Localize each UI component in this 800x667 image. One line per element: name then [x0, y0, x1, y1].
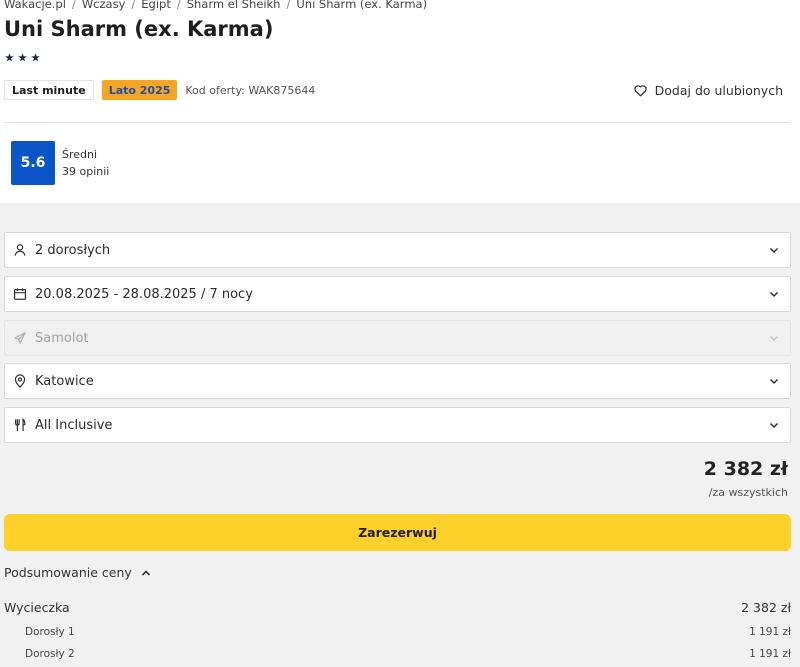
divider [4, 122, 790, 123]
rating-label: Średni [62, 148, 98, 161]
board-value: All Inclusive [35, 417, 113, 433]
hotel-stars [5, 53, 40, 62]
cutlery-icon [13, 418, 27, 432]
star-icon [31, 53, 40, 62]
chevron-down-icon [769, 247, 779, 254]
adult-1-value: 1 191 zł [749, 626, 791, 638]
chevron-down-icon [769, 422, 779, 429]
rating-summary[interactable]: Średni 39 opinii [62, 146, 109, 180]
guests-select[interactable]: 2 dorosłych [4, 232, 791, 268]
breadcrumb-item-country[interactable]: Egipt [141, 0, 171, 11]
breadcrumb-separator: / [71, 0, 76, 11]
chevron-down-icon [769, 378, 779, 385]
total-price: 2 382 zł [703, 458, 788, 480]
price-summary-subrow: Dorosły 2 1 191 zł [4, 648, 791, 660]
departure-select[interactable]: Katowice [4, 363, 791, 399]
departure-value: Katowice [35, 373, 94, 389]
offer-code: Kod oferty: WAK875644 [185, 83, 316, 97]
breadcrumb-item-region[interactable]: Sharm el Sheikh [187, 0, 281, 11]
price-summary-toggle[interactable]: Podsumowanie ceny [4, 565, 152, 580]
star-icon [5, 53, 14, 62]
breadcrumb: Wakacje.pl / Wczasy / Egipt / Sharm el Sheikh /… [4, 0, 427, 11]
price-summary-subrow: Dorosły 1 1 191 zł [4, 626, 791, 638]
price-summary-row: Wycieczka 2 382 zł [4, 600, 791, 615]
breadcrumb-separator: / [286, 0, 291, 11]
offer-badges: Last minute Lato 2025 Kod oferty: WAK875… [4, 80, 315, 100]
heart-icon [633, 85, 647, 97]
price-summary-label: Podsumowanie ceny [4, 565, 132, 580]
price-note: /za wszystkich [708, 486, 788, 499]
breadcrumb-item-wczasy[interactable]: Wczasy [82, 0, 126, 11]
board-select[interactable]: All Inclusive [4, 407, 791, 443]
rating-reviews-count: 39 opinii [62, 165, 110, 178]
chevron-up-icon [141, 569, 150, 576]
breadcrumb-item-hotel[interactable]: Uni Sharm (ex. Karma) [296, 0, 427, 11]
hotel-header: Wakacje.pl / Wczasy / Egipt / Sharm el Sheikh /… [0, 0, 800, 203]
add-to-favorites-label: Dodaj do ulubionych [654, 83, 783, 98]
breadcrumb-separator: / [176, 0, 181, 11]
dates-value: 20.08.2025 - 28.08.2025 / 7 nocy [35, 286, 253, 302]
adult-1-label: Dorosły 1 [25, 626, 75, 638]
breadcrumb-separator: / [131, 0, 136, 11]
reserve-button[interactable]: Zarezerwuj [4, 514, 791, 551]
person-icon [13, 243, 27, 257]
trip-label: Wycieczka [4, 600, 70, 615]
trip-value: 2 382 zł [741, 600, 791, 615]
plane-icon [13, 331, 27, 345]
breadcrumb-item-home[interactable]: Wakacje.pl [4, 0, 66, 11]
chevron-down-icon [769, 335, 779, 342]
guests-value: 2 dorosłych [35, 242, 111, 258]
booking-panel: 2 dorosłych 20.08.2025 - 28.08.2025 / 7 … [0, 203, 800, 667]
dates-select[interactable]: 20.08.2025 - 28.08.2025 / 7 nocy [4, 276, 791, 312]
adult-2-value: 1 191 zł [749, 648, 791, 660]
calendar-icon [13, 287, 27, 301]
transport-select: Samolot [4, 320, 791, 356]
page-title: Uni Sharm (ex. Karma) [4, 17, 274, 41]
transport-value: Samolot [35, 330, 89, 346]
star-icon [18, 53, 27, 62]
adult-2-label: Dorosły 2 [25, 648, 75, 660]
chevron-down-icon [769, 291, 779, 298]
rating-score: 5.6 [11, 141, 55, 185]
last-minute-badge: Last minute [4, 80, 94, 100]
location-pin-icon [13, 374, 27, 388]
season-badge: Lato 2025 [101, 80, 178, 100]
add-to-favorites-button[interactable]: Dodaj do ulubionych [633, 83, 783, 98]
